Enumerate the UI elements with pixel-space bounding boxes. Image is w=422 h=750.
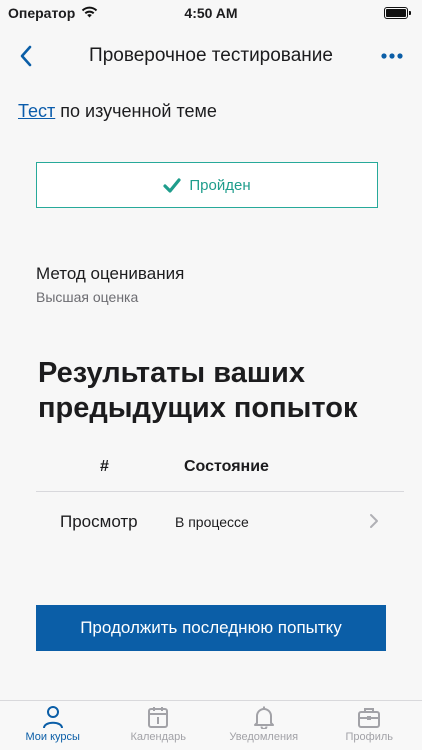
- results-title: Результаты ваших предыдущих попыток: [38, 357, 358, 424]
- more-button[interactable]: [378, 44, 406, 68]
- status-time: 4:50 AM: [184, 5, 238, 21]
- nav-bar: Проверочное тестирование: [0, 30, 422, 82]
- page-title: Проверочное тестирование: [89, 45, 333, 66]
- tab-bar: Мои курсы Календарь Уведомления Профиль: [0, 700, 422, 750]
- table-row[interactable]: Просмотр В процессе: [36, 494, 404, 550]
- person-icon: [42, 706, 63, 729]
- back-button[interactable]: [12, 42, 40, 70]
- attempt-view-link[interactable]: Просмотр: [60, 512, 138, 532]
- column-header-number: #: [100, 458, 109, 475]
- status-badge: Пройден: [36, 162, 378, 208]
- tab-notifications[interactable]: Уведомления: [211, 701, 317, 750]
- checkmark-icon: [163, 177, 181, 193]
- continue-attempt-button[interactable]: Продолжить последнюю попытку: [36, 605, 386, 651]
- column-header-state: Состояние: [184, 458, 269, 475]
- briefcase-icon: [358, 708, 381, 728]
- chevron-right-icon: [369, 513, 379, 534]
- tab-my-courses[interactable]: Мои курсы: [0, 701, 106, 750]
- calendar-icon: [148, 707, 169, 728]
- status-label: Пройден: [189, 176, 251, 194]
- test-link[interactable]: Тест: [18, 101, 55, 121]
- tab-profile[interactable]: Профиль: [317, 701, 422, 750]
- more-dots-icon: [381, 53, 403, 59]
- chevron-left-icon: [20, 45, 32, 67]
- intro-text: Тест по изученной теме: [18, 101, 217, 122]
- tab-label: Уведомления: [229, 731, 299, 743]
- tab-label: Мои курсы: [25, 731, 80, 743]
- tab-calendar[interactable]: Календарь: [106, 701, 212, 750]
- attempt-state: В процессе: [175, 514, 249, 530]
- grading-method-label: Метод оценивания: [36, 264, 185, 283]
- grading-method-value: Высшая оценка: [36, 289, 139, 305]
- battery-icon: [384, 7, 411, 19]
- bell-icon: [253, 706, 274, 729]
- intro-rest: по изученной теме: [55, 101, 217, 121]
- tab-label: Календарь: [130, 731, 187, 743]
- tab-label: Профиль: [345, 731, 394, 743]
- attempts-table-header: # Состояние: [36, 456, 404, 492]
- status-bar: Оператор 4:50 AM: [0, 0, 422, 26]
